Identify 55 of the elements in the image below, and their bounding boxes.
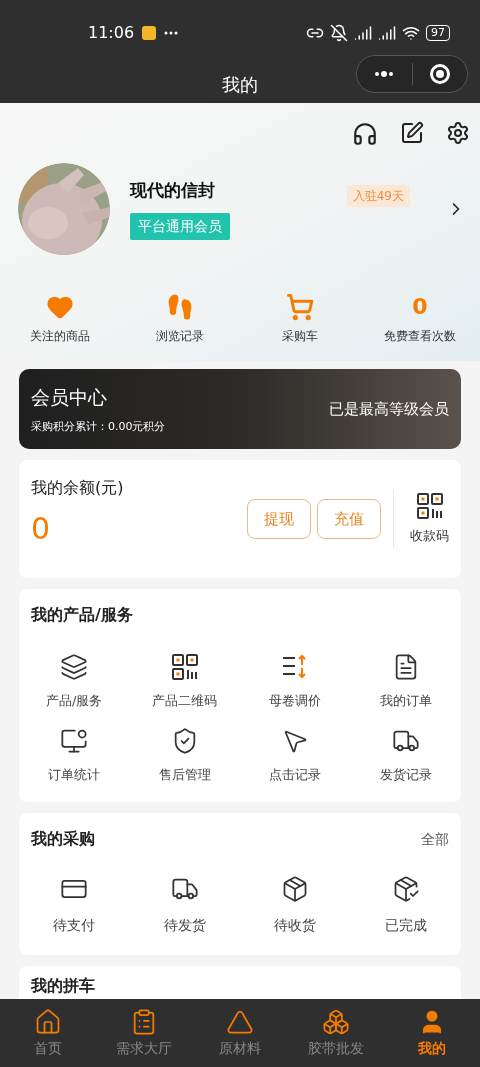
shortcut-label[interactable]: 关注的商品 — [30, 327, 90, 345]
qr-code-icon — [415, 492, 444, 521]
tab-item[interactable]: 我的 — [384, 999, 480, 1067]
shortcut-label[interactable]: 免费查看次数 — [384, 327, 456, 345]
section-title: 我的产品/服务 — [31, 605, 133, 624]
service-label[interactable]: 售后管理 — [158, 764, 211, 784]
qr-label[interactable]: 收款码 — [410, 526, 449, 546]
tab-item[interactable]: 胶带批发 — [288, 999, 384, 1067]
footprint-icon — [166, 293, 194, 321]
user-name: 现代的信封 — [130, 178, 215, 202]
status-time: 11:06 — [88, 21, 135, 44]
service-label[interactable]: 产品二维码 — [152, 691, 218, 711]
cart-icon — [286, 293, 314, 321]
service-label[interactable]: 点击记录 — [269, 764, 322, 784]
count-value: 0 — [412, 293, 428, 321]
more-icon — [374, 71, 395, 77]
shortcut-label[interactable]: 浏览记录 — [156, 327, 204, 345]
service-label[interactable]: 产品/服务 — [46, 691, 103, 711]
page-title: 我的 — [222, 72, 258, 97]
settings-icon[interactable] — [446, 121, 470, 145]
member-center-title: 会员中心 — [31, 384, 108, 410]
member-tag: 平台通用会员 — [130, 213, 230, 241]
edit-icon[interactable] — [400, 121, 424, 145]
order-status-label[interactable]: 已完成 — [384, 915, 427, 936]
shortcut-label[interactable]: 采购车 — [282, 327, 318, 345]
app-notification-icon — [142, 25, 157, 40]
member-level-text: 已是最高等级会员 — [329, 398, 449, 420]
member-center-card[interactable]: 会员中心 采购积分累计：0.00元积分 已是最高等级会员 — [19, 369, 461, 449]
signal-icon — [354, 23, 372, 42]
service-label[interactable]: 订单统计 — [48, 764, 101, 784]
points-text: 采购积分累计：0.00元积分 — [31, 419, 166, 435]
days-tag: 入驻49天 — [346, 185, 410, 207]
battery-level: 97 — [426, 24, 450, 41]
qr-code-icon — [170, 653, 199, 681]
tab-item[interactable]: 原材料 — [192, 999, 288, 1067]
tab-item[interactable]: 首页 — [0, 999, 96, 1067]
tab-item[interactable]: 需求大厅 — [96, 999, 192, 1067]
order-status-label[interactable]: 待支付 — [53, 915, 96, 936]
section-title: 我的拼车 — [31, 976, 95, 995]
service-label[interactable]: 我的订单 — [379, 691, 432, 711]
section-title: 我的采购 — [31, 828, 95, 850]
order-status-label[interactable]: 待收货 — [274, 915, 317, 936]
layers-icon — [60, 653, 89, 681]
more-notifications-icon — [164, 30, 179, 35]
mute-icon — [330, 23, 348, 42]
balance-title: 我的余额(元) — [31, 477, 125, 499]
balance-amount: 0 — [31, 514, 52, 544]
view-all-link[interactable]: 全部 — [421, 828, 449, 850]
service-label[interactable]: 母卷调价 — [269, 691, 322, 711]
service-label[interactable]: 发货记录 — [379, 764, 432, 784]
order-status-label[interactable]: 待发货 — [163, 915, 206, 936]
headset-icon[interactable] — [352, 121, 378, 147]
home-icon — [34, 1007, 62, 1036]
boxes-icon — [322, 1007, 350, 1036]
signal-icon — [378, 23, 396, 42]
